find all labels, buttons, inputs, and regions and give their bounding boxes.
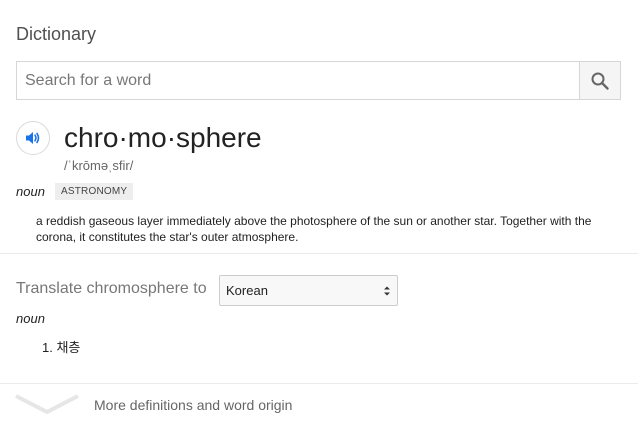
expand-button[interactable]	[14, 393, 80, 420]
part-of-speech: noun	[16, 184, 45, 199]
headword: chro·mo·sphere	[64, 122, 262, 153]
speaker-icon	[26, 132, 40, 144]
domain-badge: ASTRONOMY	[55, 183, 134, 200]
definition-text: a reddish gaseous layer immediately abov…	[36, 214, 592, 244]
section-divider	[0, 253, 638, 254]
translation-part-of-speech: noun	[16, 311, 45, 326]
more-definitions-link[interactable]: More definitions and word origin	[94, 397, 292, 413]
phonetic-spelling: /ˈkrōməˌsfir/	[64, 158, 134, 173]
translation-item: 1. 채층	[42, 340, 81, 355]
search-button[interactable]	[579, 62, 620, 99]
chevron-down-icon	[15, 394, 79, 414]
search-icon	[591, 72, 609, 90]
translate-label: Translate chromosphere to	[16, 280, 207, 297]
selected-language: Korean	[226, 283, 268, 298]
card-title: Dictionary	[16, 24, 97, 44]
footer-divider	[0, 383, 638, 384]
pronunciation-button[interactable]	[16, 121, 50, 155]
language-select[interactable]: Korean	[219, 275, 398, 306]
search-box	[16, 61, 621, 100]
search-input[interactable]	[17, 62, 579, 99]
select-caret-icon	[383, 285, 391, 297]
dictionary-card: Dictionary chro·mo·sphere /ˈkrōməˌsfir/ …	[0, 0, 638, 424]
